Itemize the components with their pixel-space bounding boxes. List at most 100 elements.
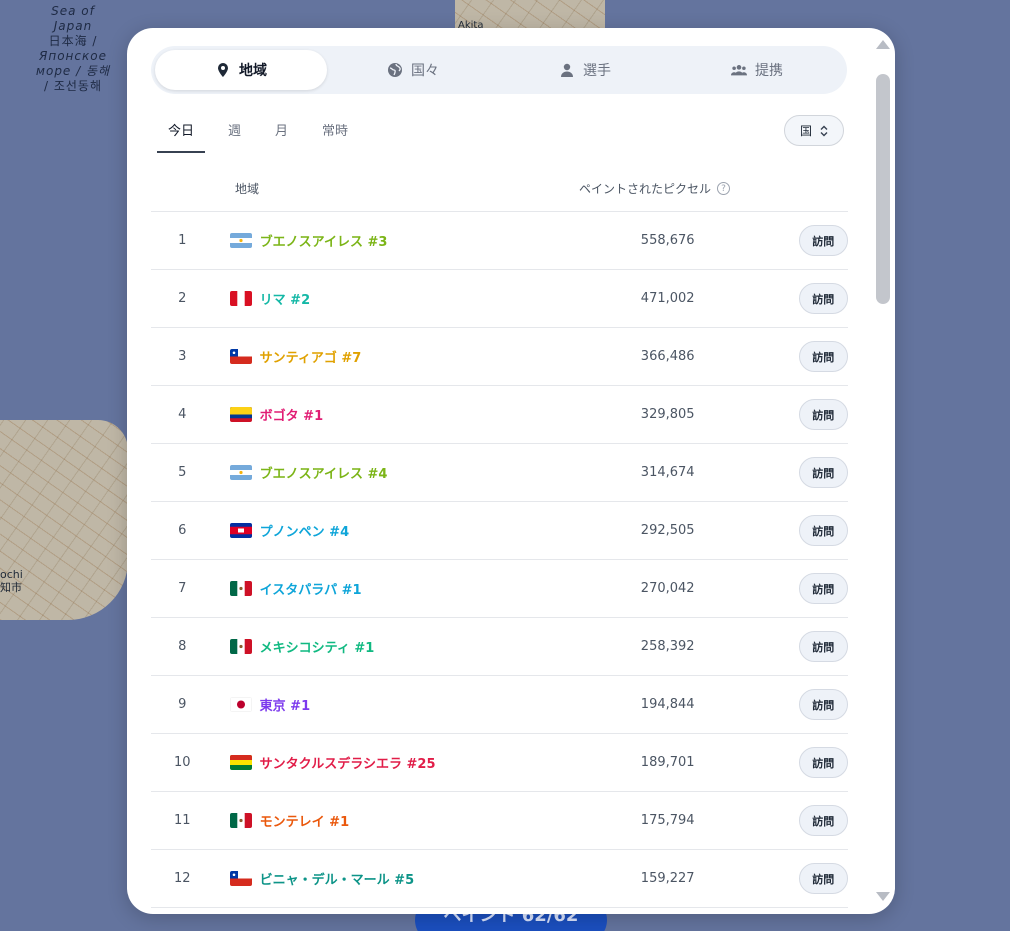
visit-button[interactable]: 訪問 <box>798 283 848 314</box>
visit-button[interactable]: 訪問 <box>798 689 848 720</box>
visit-button[interactable]: 訪問 <box>798 747 848 778</box>
region-cell: サンティアゴ #7 <box>229 347 562 366</box>
table-row: 8 メキシコシティ #1 258,392 訪問 <box>151 618 848 676</box>
tab-countries[interactable]: 国々 <box>327 50 499 90</box>
region-name-text: ビニャ・デル・マール <box>259 873 390 888</box>
column-header-pixels-label: ペイントされたピクセル <box>579 182 712 196</box>
region-name-text: イスタパラパ <box>259 583 338 598</box>
table-row: 11 モンテレイ #1 175,794 訪問 <box>151 792 848 850</box>
region-rank-tag: #1 <box>290 699 311 714</box>
region-rank-tag: #7 <box>341 351 362 366</box>
region-name: イスタパラパ #1 <box>260 579 362 598</box>
visit-button[interactable]: 訪問 <box>798 399 848 430</box>
table-row: 5 ブエノスアイレス #4 314,674 訪問 <box>151 444 848 502</box>
rank-number: 8 <box>178 639 187 654</box>
period-month[interactable]: 月 <box>264 112 299 153</box>
region-rank-tag: #3 <box>367 235 388 250</box>
leaderboard-table: 地域 ペイントされたピクセル ? 1 ブエノスアイレス #3 558,676 訪… <box>151 166 848 908</box>
column-header-pixels: ペイントされたピクセル ? <box>579 180 731 197</box>
period-today[interactable]: 今日 <box>157 112 206 153</box>
visit-button[interactable]: 訪問 <box>798 515 848 546</box>
tab-players[interactable]: 選手 <box>499 50 671 90</box>
column-header-region: 地域 <box>235 182 260 196</box>
visit-button[interactable]: 訪問 <box>798 805 848 836</box>
country-filter-label: 国 <box>799 124 812 138</box>
visit-button[interactable]: 訪問 <box>798 225 848 256</box>
cambodia-flag-icon <box>229 523 252 538</box>
visit-button[interactable]: 訪問 <box>798 631 848 662</box>
chevron-updown-icon <box>820 125 828 136</box>
region-name-text: ブエノスアイレス <box>259 467 363 482</box>
painted-pixels-count: 159,227 <box>640 871 695 886</box>
region-name-text: モンテレイ <box>259 815 325 830</box>
chile-flag-icon <box>229 871 252 886</box>
table-row: 10 サンタクルスデラシエラ #25 189,701 訪問 <box>151 734 848 792</box>
visit-button[interactable]: 訪問 <box>798 457 848 488</box>
tab-alliances[interactable]: 提携 <box>671 50 843 90</box>
table-row: 12 ビニャ・デル・マール #5 159,227 訪問 <box>151 850 848 908</box>
user-icon <box>561 63 573 77</box>
visit-button[interactable]: 訪問 <box>798 341 848 372</box>
table-row: 7 イスタパラパ #1 270,042 訪問 <box>151 560 848 618</box>
rank-number: 6 <box>178 523 187 538</box>
painted-pixels-count: 175,794 <box>640 813 695 828</box>
region-cell: イスタパラパ #1 <box>229 579 562 598</box>
scrollbar-thumb[interactable] <box>876 74 890 304</box>
region-name-text: メキシコシティ <box>259 641 350 656</box>
region-name: 東京 #1 <box>260 695 311 714</box>
visit-button[interactable]: 訪問 <box>798 863 848 894</box>
region-cell: ボゴタ #1 <box>229 405 562 424</box>
rank-number: 5 <box>178 465 187 480</box>
peru-flag-icon <box>229 291 252 306</box>
map-pin-icon <box>218 63 228 77</box>
help-icon[interactable]: ? <box>717 182 731 195</box>
country-filter-select[interactable]: 国 <box>784 115 844 146</box>
painted-pixels-count: 189,701 <box>640 755 695 770</box>
tab-label: 地域 <box>239 63 267 79</box>
region-name-text: ボゴタ <box>259 409 299 424</box>
region-rank-tag: #4 <box>367 467 388 482</box>
mexico-flag-icon <box>229 813 252 828</box>
scroll-down-arrow[interactable] <box>876 892 890 901</box>
region-rank-tag: #1 <box>341 583 362 598</box>
tab-regions[interactable]: 地域 <box>155 50 327 90</box>
mexico-flag-icon <box>229 581 252 596</box>
region-name-text: サンティアゴ <box>259 351 337 366</box>
painted-pixels-count: 270,042 <box>640 581 695 596</box>
sea-label-line: 日本海 / <box>48 34 98 48</box>
region-cell: リマ #2 <box>229 289 562 308</box>
region-name: メキシコシティ #1 <box>260 637 375 656</box>
region-cell: ブエノスアイレス #3 <box>229 231 562 250</box>
region-cell: メキシコシティ #1 <box>229 637 562 656</box>
sea-label-line: Японское <box>39 49 107 63</box>
rank-number: 12 <box>174 871 191 886</box>
painted-pixels-count: 314,674 <box>640 465 695 480</box>
map-city-label-line: ochi <box>0 568 23 581</box>
chile-flag-icon <box>229 349 252 364</box>
region-rank-tag: #4 <box>329 525 350 540</box>
japan-flag-icon <box>229 697 252 712</box>
scroll-up-arrow[interactable] <box>876 40 890 49</box>
leaderboard-tabs: 地域 国々 選手 提携 <box>151 46 847 94</box>
rank-number: 3 <box>178 349 187 364</box>
region-name: ブエノスアイレス #3 <box>260 231 388 250</box>
painted-pixels-count: 258,392 <box>640 639 695 654</box>
painted-pixels-count: 366,486 <box>640 349 695 364</box>
rank-number: 11 <box>174 813 191 828</box>
rank-number: 10 <box>174 755 191 770</box>
region-cell: プノンペン #4 <box>229 521 562 540</box>
region-rank-tag: #1 <box>303 409 324 424</box>
tab-label: 提携 <box>755 63 783 79</box>
region-cell: ブエノスアイレス #4 <box>229 463 562 482</box>
period-week[interactable]: 週 <box>217 112 252 153</box>
mexico-flag-icon <box>229 639 252 654</box>
sea-label-line: море / 동해 <box>35 64 111 78</box>
rank-number: 1 <box>178 233 187 248</box>
period-all-time[interactable]: 常時 <box>311 112 359 153</box>
visit-button[interactable]: 訪問 <box>798 573 848 604</box>
painted-pixels-count: 471,002 <box>640 291 695 306</box>
region-cell: 東京 #1 <box>229 695 562 714</box>
region-name-text: プノンペン <box>259 525 325 540</box>
leaderboard-modal: 地域 国々 選手 提携 今日 週 月 常時 国 地域 ペイントされたピクセル ? <box>127 28 895 914</box>
map-city-label-line: 知市 <box>0 581 22 594</box>
